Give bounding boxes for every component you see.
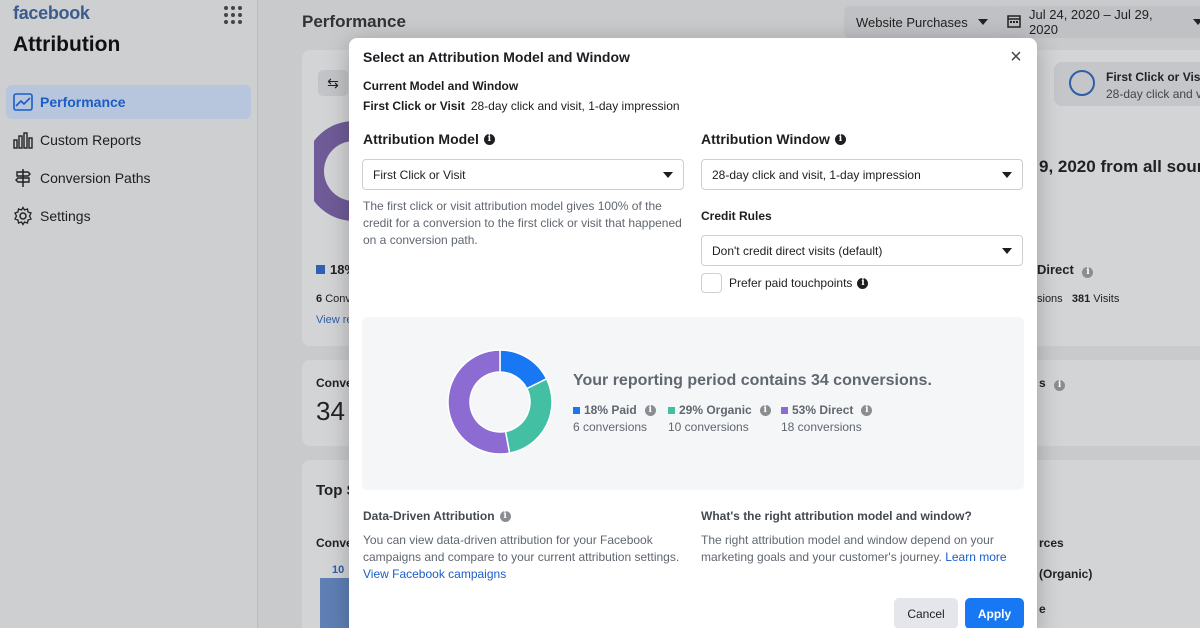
current-model-chip-sub: 28-day click and v (1106, 87, 1200, 101)
right-model-text: The right attribution model and window d… (701, 533, 1007, 564)
current-model-line: First Click or Visit 28-day click and vis… (363, 99, 680, 113)
info-icon[interactable]: i (834, 133, 846, 145)
facebook-logo: facebook (13, 3, 90, 23)
view-facebook-campaigns-link[interactable]: View Facebook campaigns (363, 567, 506, 581)
sidebar-item-label: Performance (40, 94, 126, 110)
sidebar-item-performance[interactable]: Performance (6, 85, 251, 119)
attribution-window-label: Attribution Window i (701, 131, 846, 147)
sidebar-item-label: Conversion Paths (40, 170, 151, 186)
organic-label: (Organic) (1039, 567, 1093, 581)
chevron-down-icon (663, 171, 673, 178)
legend-count: 18 conversions (781, 420, 862, 434)
metric-select[interactable]: Website Purchases (844, 6, 1000, 38)
data-driven-label: Data-Driven Attribution i (363, 509, 511, 523)
direct-swatch (781, 406, 788, 414)
date-range-label: Jul 24, 2020 – Jul 29, 2020 (1029, 7, 1153, 37)
row-fragment: e (1039, 602, 1046, 616)
background-bar (320, 578, 350, 628)
swap-icon[interactable]: ⇆ (318, 70, 348, 96)
attribution-modal: Select an Attribution Model and Window ×… (349, 38, 1037, 628)
legend-organic: 29% Organic i 10 conversions (668, 403, 771, 434)
close-icon[interactable]: × (1005, 47, 1027, 69)
legend-label: 53% Direct (792, 403, 854, 417)
credit-rules-select[interactable]: Don't credit direct visits (default) (701, 235, 1023, 266)
prefer-paid-checkbox[interactable] (701, 273, 722, 293)
apps-grid-icon[interactable] (224, 6, 242, 24)
legend-direct: 53% Direct i 18 conversions (781, 403, 873, 434)
organic-swatch (668, 406, 675, 414)
learn-more-link[interactable]: Learn more (945, 550, 1006, 564)
info-icon[interactable]: i (857, 277, 869, 289)
sources-label: rces (1039, 536, 1064, 550)
conversions-summary: Your reporting period contains 34 conver… (573, 372, 932, 389)
current-model-value: First Click or Visit (363, 99, 465, 113)
sidebar-item-custom-reports[interactable]: Custom Reports (6, 123, 251, 157)
attribution-model-value: First Click or Visit (373, 167, 466, 182)
bar-value-label: 10 (332, 564, 345, 576)
direct-label: Direct i (1037, 262, 1094, 278)
donut-slice-direct (447, 349, 511, 455)
legend-count: 6 conversions (573, 420, 648, 434)
chevron-down-icon (1002, 247, 1012, 254)
conversions-card-value: 34 (316, 396, 345, 426)
attribution-icon (1069, 70, 1095, 96)
signpost-icon (12, 167, 34, 189)
cancel-button[interactable]: Cancel (894, 598, 958, 628)
background-donut (314, 121, 354, 221)
gear-icon (12, 205, 34, 227)
attribution-model-description: The first click or visit attribution mod… (363, 199, 682, 247)
chevron-down-icon (1193, 19, 1200, 25)
legend-count: 10 conversions (668, 420, 749, 434)
attribution-model-select[interactable]: First Click or Visit (362, 159, 684, 190)
info-icon[interactable]: i (759, 404, 771, 416)
card-label-fragment: s i (1039, 376, 1066, 391)
conversion-breakdown-panel: Your reporting period contains 34 conver… (362, 317, 1024, 490)
conv-count-left: 6 Conv (316, 293, 351, 305)
app-title: Attribution (13, 33, 121, 56)
sidebar: facebook Attribution Performance Custom … (0, 0, 258, 628)
modal-title: Select an Attribution Model and Window (363, 49, 630, 65)
apply-button[interactable]: Apply (965, 598, 1024, 628)
calendar-icon (1007, 14, 1021, 31)
sidebar-item-label: Settings (40, 208, 91, 224)
info-icon[interactable]: i (644, 404, 656, 416)
conversions-card-label: Conve (316, 376, 353, 390)
legend-paid: 18% Paid i 6 conversions (573, 403, 656, 434)
date-range-picker[interactable]: Jul 24, 2020 – Jul 29, 2020 (995, 6, 1200, 38)
credit-rules-value: Don't credit direct visits (default) (712, 243, 883, 258)
line-chart-icon (12, 91, 34, 113)
view-reports-link[interactable]: View re (316, 314, 352, 326)
metric-select-label: Website Purchases (856, 14, 968, 30)
current-model-heading: Current Model and Window (363, 79, 519, 93)
current-window-value: 28-day click and visit, 1-day impression (470, 99, 680, 113)
legend-label: 29% Organic (679, 403, 752, 417)
summary-text: 9, 2020 from all sour (1039, 157, 1200, 176)
attribution-window-value: 28-day click and visit, 1-day impression (712, 167, 921, 182)
chevron-down-icon (1002, 171, 1012, 178)
right-model-label: What's the right attribution model and w… (701, 509, 972, 523)
info-icon[interactable]: i (861, 404, 873, 416)
prefer-paid-label: Prefer paid touchpoints i (729, 276, 869, 290)
donut-slice-organic (504, 377, 553, 454)
info-icon[interactable]: i (499, 510, 511, 522)
chevron-down-icon (977, 19, 988, 25)
sidebar-item-conversion-paths[interactable]: Conversion Paths (6, 161, 251, 195)
bar-chart-icon (12, 129, 34, 151)
visits-text: sions 381 Visits (1037, 293, 1120, 305)
sidebar-item-settings[interactable]: Settings (6, 199, 251, 233)
sidebar-item-label: Custom Reports (40, 132, 142, 148)
legend-label: 18% Paid (584, 403, 637, 417)
conversions-label: Conve (316, 536, 353, 550)
attribution-window-select[interactable]: 28-day click and visit, 1-day impression (701, 159, 1023, 190)
info-icon[interactable]: i (483, 133, 495, 145)
data-driven-text: You can view data-driven attribution for… (363, 533, 680, 581)
paid-swatch (573, 406, 580, 414)
current-model-chip-title: First Click or Visi (1106, 70, 1200, 84)
page-title: Performance (302, 12, 406, 31)
credit-rules-label: Credit Rules (701, 209, 772, 223)
attribution-model-label: Attribution Model i (363, 131, 495, 147)
conversion-donut-chart (447, 349, 553, 455)
